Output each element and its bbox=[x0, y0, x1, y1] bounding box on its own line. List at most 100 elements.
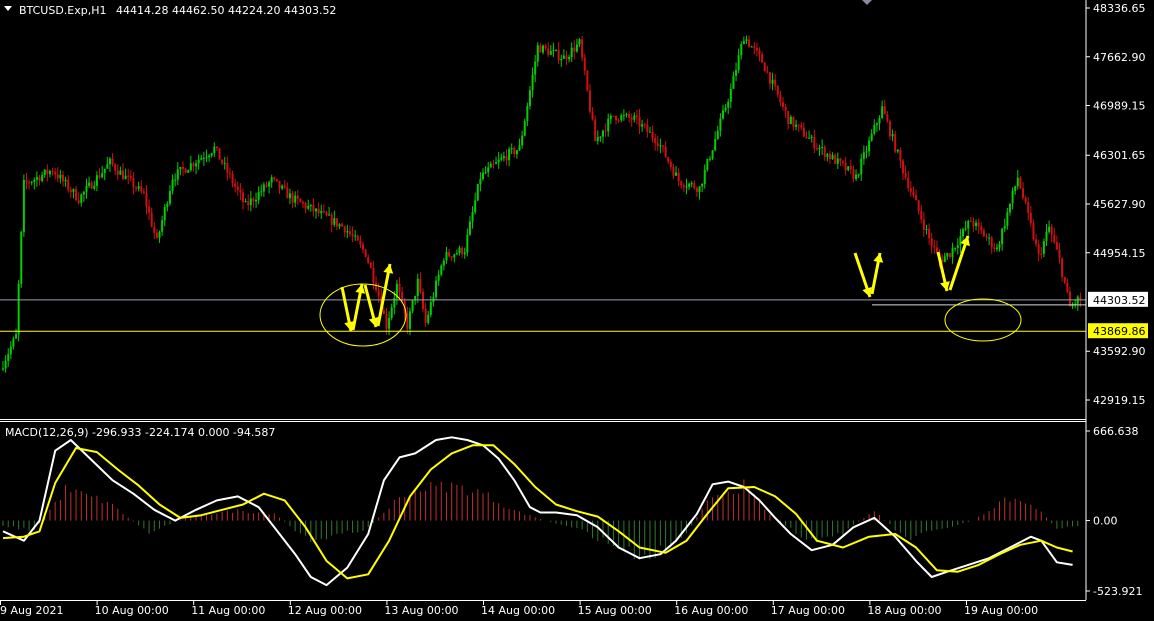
candle-body bbox=[711, 150, 714, 159]
candle-body bbox=[1035, 239, 1038, 245]
candle-body bbox=[714, 138, 717, 151]
candle-body bbox=[362, 244, 364, 250]
candle-body bbox=[870, 133, 873, 141]
candle-body bbox=[1019, 177, 1022, 189]
time-tick-label: 14 Aug 00:00 bbox=[481, 604, 555, 617]
candle-body bbox=[171, 179, 174, 191]
candle-body bbox=[168, 190, 171, 204]
ohlc-values: 44414.28 44462.50 44224.20 44303.52 bbox=[116, 4, 336, 17]
candle-body bbox=[740, 44, 743, 56]
candle-body bbox=[800, 125, 803, 128]
candle-body bbox=[975, 222, 978, 227]
candle-body bbox=[265, 184, 268, 187]
price-tick-label: 47662.90 bbox=[1093, 51, 1146, 64]
level-price-label: 43869.86 bbox=[1093, 325, 1146, 338]
candle-body bbox=[855, 174, 858, 179]
candle-body bbox=[474, 200, 477, 212]
candle-body bbox=[915, 195, 918, 201]
candle-body bbox=[651, 131, 654, 139]
candle-body bbox=[706, 159, 709, 170]
candle-body bbox=[9, 346, 12, 355]
candle-body bbox=[557, 49, 560, 61]
candle-body bbox=[810, 136, 813, 138]
candle-body bbox=[1055, 242, 1058, 250]
candle-body bbox=[951, 248, 954, 258]
candle-body bbox=[980, 226, 983, 231]
candle-body bbox=[599, 136, 602, 138]
candle-body bbox=[646, 124, 649, 132]
candle-body bbox=[239, 189, 242, 193]
time-tick-label: 9 Aug 2021 bbox=[0, 604, 63, 617]
candle-body bbox=[137, 186, 140, 189]
time-tick-label: 17 Aug 00:00 bbox=[771, 604, 845, 617]
shift-chart-marker-icon[interactable] bbox=[862, 0, 872, 5]
candle-body bbox=[4, 360, 7, 369]
candle-body bbox=[479, 179, 482, 185]
candle-body bbox=[46, 169, 49, 175]
candle-body bbox=[1063, 276, 1066, 283]
candle-body bbox=[995, 247, 998, 249]
candle-body bbox=[813, 136, 816, 149]
candle-body bbox=[489, 163, 492, 168]
candle-body bbox=[795, 124, 798, 127]
candle-body bbox=[977, 222, 980, 227]
candle-body bbox=[192, 163, 195, 167]
trading-chart[interactable]: 48336.65 47662.90 46989.15 46301.65 45627.90… bbox=[0, 0, 1154, 621]
candle-body bbox=[633, 115, 636, 120]
candle-body bbox=[737, 55, 740, 71]
candle-body bbox=[122, 170, 124, 180]
candle-body bbox=[948, 253, 951, 258]
candle-body bbox=[552, 50, 555, 52]
candle-body bbox=[148, 206, 151, 213]
candle-body bbox=[643, 124, 646, 126]
candle-body bbox=[586, 70, 589, 91]
candle-body bbox=[555, 49, 558, 51]
candle-body bbox=[95, 175, 98, 186]
candle-body bbox=[544, 45, 547, 49]
candle-body bbox=[210, 153, 213, 156]
candle-body bbox=[252, 198, 255, 202]
candle-body bbox=[463, 252, 466, 255]
candle-body bbox=[184, 168, 187, 173]
candle-body bbox=[325, 212, 328, 216]
candle-body bbox=[1058, 249, 1061, 259]
candle-body bbox=[500, 157, 503, 160]
candle-body bbox=[899, 149, 902, 161]
candle-body bbox=[956, 245, 959, 248]
candle-body bbox=[667, 157, 670, 162]
candle-body bbox=[928, 228, 931, 239]
candle-body bbox=[487, 167, 490, 173]
candle-body bbox=[828, 153, 831, 160]
candle-body bbox=[836, 158, 839, 164]
candle-body bbox=[155, 232, 158, 238]
candle-body bbox=[2, 368, 4, 370]
candle-body bbox=[844, 162, 847, 171]
candle-body bbox=[497, 159, 500, 163]
dropdown-triangle-icon[interactable] bbox=[4, 6, 12, 11]
candle-body bbox=[307, 206, 310, 209]
candle-body bbox=[761, 54, 764, 63]
candle-body bbox=[299, 198, 302, 203]
price-tick-label: 42919.15 bbox=[1093, 394, 1146, 407]
candle-body bbox=[309, 204, 312, 207]
candle-body bbox=[461, 247, 464, 255]
candle-body bbox=[891, 134, 894, 137]
candle-body bbox=[354, 235, 357, 237]
candle-body bbox=[560, 58, 563, 61]
candle-body bbox=[659, 145, 662, 147]
candle-body bbox=[985, 236, 988, 238]
candle-body bbox=[745, 39, 748, 41]
candle-body bbox=[669, 161, 672, 168]
candle-body bbox=[69, 189, 72, 192]
candle-body bbox=[732, 75, 735, 89]
candle-body bbox=[166, 203, 169, 208]
candle-body bbox=[247, 201, 250, 206]
candle-body bbox=[826, 153, 829, 157]
candle-body bbox=[145, 192, 148, 207]
candle-body bbox=[815, 148, 818, 150]
candle-body bbox=[547, 48, 550, 55]
candle-body bbox=[429, 302, 432, 315]
candle-body bbox=[1027, 202, 1030, 214]
candle-body bbox=[549, 50, 552, 55]
chart-canvas[interactable]: 48336.65 47662.90 46989.15 46301.65 45627.90… bbox=[0, 0, 1154, 621]
